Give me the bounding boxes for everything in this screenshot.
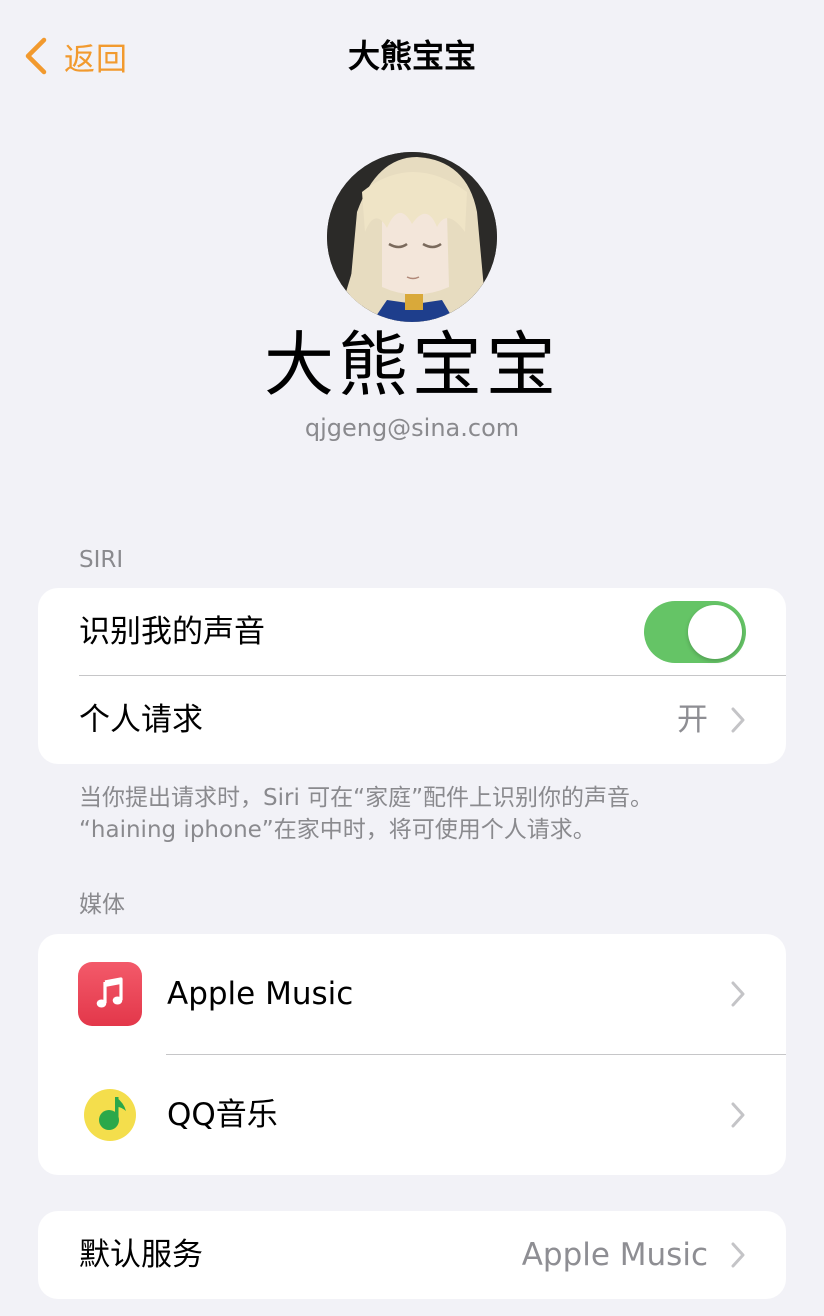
personal-requests-row[interactable]: 个人请求 开: [38, 676, 786, 764]
chevron-right-icon: [731, 707, 745, 733]
media-item-label: Apple Music: [167, 976, 354, 1012]
profile-name: 大熊宝宝: [264, 324, 560, 406]
default-service-card: 默认服务 Apple Music: [38, 1211, 786, 1299]
default-service-value: Apple Music: [521, 1237, 708, 1273]
page-title: 大熊宝宝: [347, 37, 476, 75]
siri-card: 识别我的声音 个人请求 开: [38, 588, 786, 764]
recognize-voice-toggle[interactable]: [644, 601, 746, 663]
siri-footnote-line1: 当你提出请求时，Siri 可在“家庭”配件上识别你的声音。: [79, 785, 653, 811]
recognize-voice-label: 识别我的声音: [79, 614, 265, 650]
media-card: Apple Music QQ音乐: [38, 934, 786, 1175]
chevron-right-icon: [731, 1102, 745, 1128]
avatar: [327, 152, 497, 322]
personal-requests-value: 开: [677, 702, 708, 738]
personal-requests-label: 个人请求: [79, 702, 203, 738]
media-item-apple-music[interactable]: Apple Music: [38, 934, 786, 1054]
siri-footnote-line2: “haining iphone”在家中时，将可使用个人请求。: [79, 817, 596, 843]
siri-section-header: SIRI: [79, 547, 124, 573]
profile-email: qjgeng@sina.com: [304, 414, 520, 442]
default-service-label: 默认服务: [79, 1237, 203, 1273]
qq-music-icon: [84, 1089, 136, 1141]
media-section-header: 媒体: [79, 892, 125, 918]
toggle-knob: [688, 605, 742, 659]
media-item-label: QQ音乐: [167, 1097, 278, 1133]
apple-music-icon: [78, 962, 142, 1026]
chevron-right-icon: [731, 981, 745, 1007]
recognize-voice-row: 识别我的声音: [38, 588, 786, 676]
default-service-row[interactable]: 默认服务 Apple Music: [38, 1211, 786, 1299]
media-item-qq-music[interactable]: QQ音乐: [38, 1055, 786, 1175]
navigation-bar: 返回 大熊宝宝: [0, 0, 824, 110]
avatar-image: [327, 152, 497, 322]
chevron-right-icon: [731, 1242, 745, 1268]
siri-footnote: 当你提出请求时，Siri 可在“家庭”配件上识别你的声音。 “haining i…: [79, 782, 759, 846]
